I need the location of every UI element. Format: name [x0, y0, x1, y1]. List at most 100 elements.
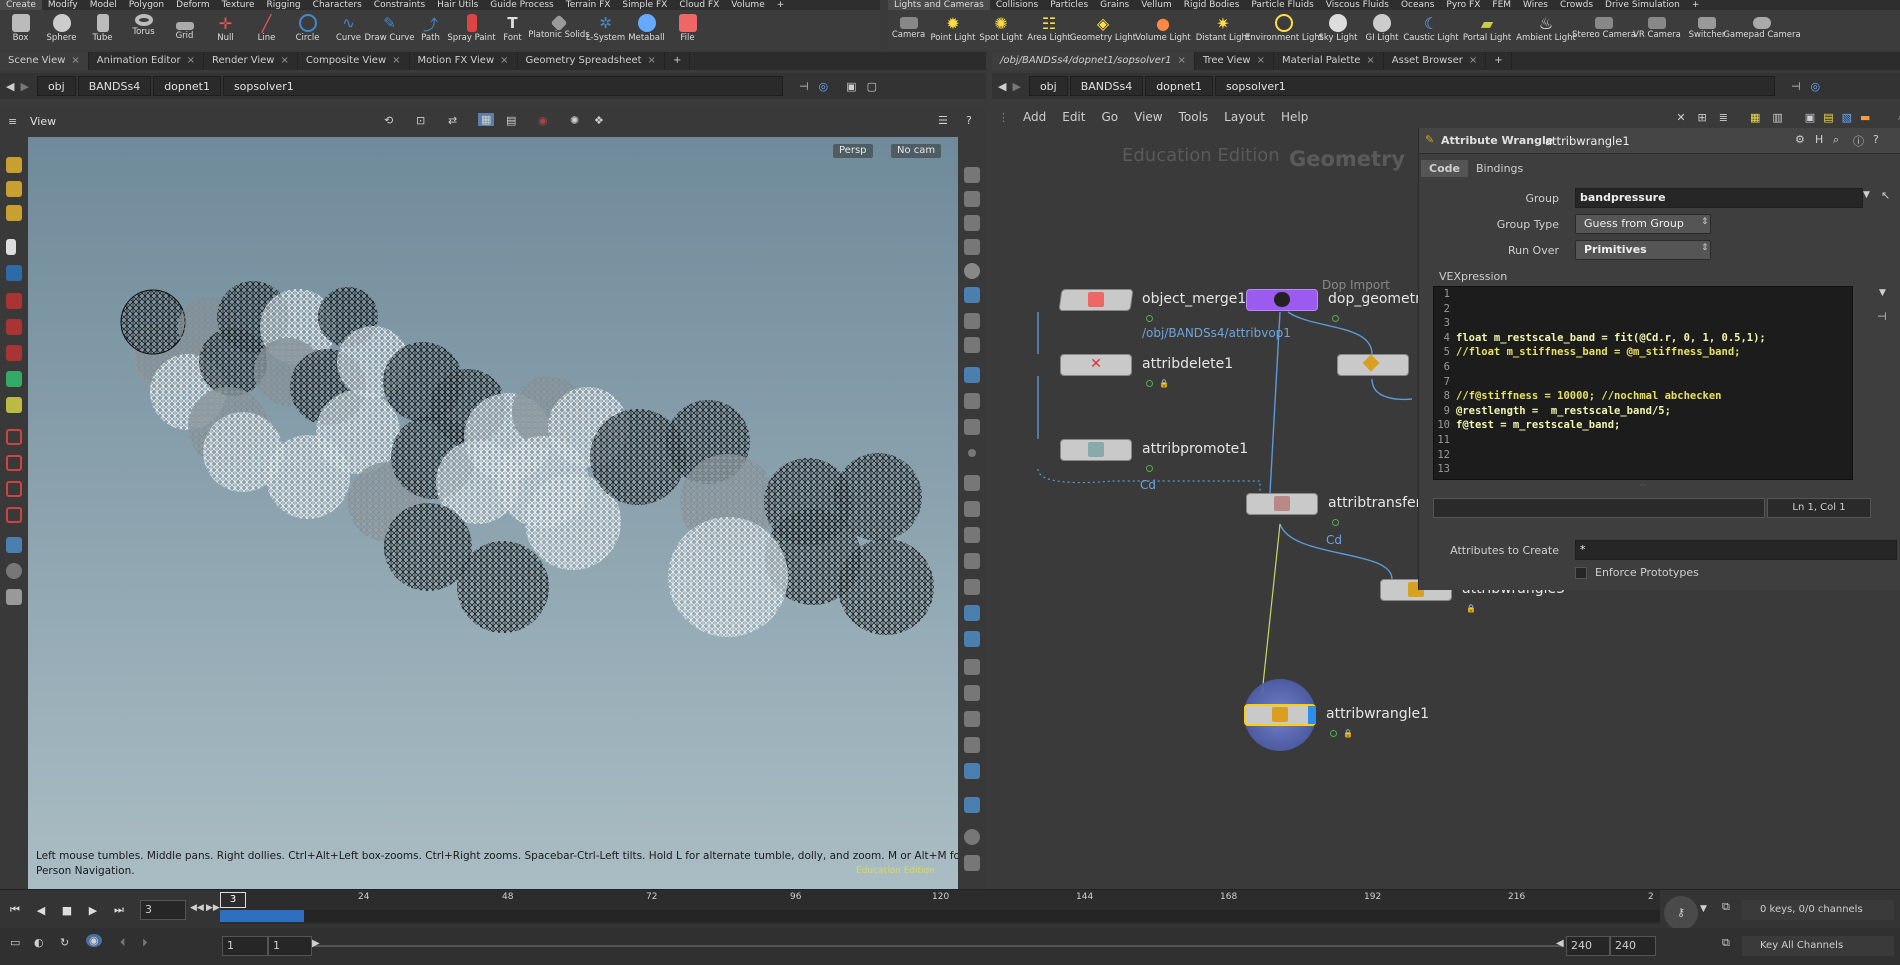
- chevron-down-icon[interactable]: ▼: [1879, 288, 1886, 298]
- shelf-tab-particles[interactable]: Particles: [1044, 0, 1094, 10]
- help-book-icon[interactable]: H: [1815, 133, 1823, 146]
- bulb-icon[interactable]: [964, 313, 980, 329]
- flag-icon[interactable]: [964, 367, 980, 383]
- tool-portal-light[interactable]: ▰ Portal Light: [1459, 10, 1515, 50]
- add-tab-icon-right[interactable]: +: [1486, 52, 1512, 70]
- shelf-tab-fem[interactable]: FEM: [1486, 0, 1517, 10]
- tool-sky-light[interactable]: Sky Light: [1315, 10, 1361, 50]
- tab-motion-fx-view[interactable]: Motion FX View ×: [410, 52, 518, 70]
- shelf-tab-pyro-fx[interactable]: Pyro FX: [1440, 0, 1486, 10]
- scene-viewport[interactable]: Persp No cam Left mouse tumbles. Middle …: [28, 137, 958, 889]
- audio-icon[interactable]: ◐: [34, 936, 44, 949]
- breadcrumb-obj[interactable]: obj: [36, 76, 76, 96]
- playhead-marker[interactable]: 3: [220, 892, 246, 908]
- shelf-tab-vellum[interactable]: Vellum: [1135, 0, 1177, 10]
- add-shelf-icon[interactable]: +: [771, 0, 791, 10]
- playback-start-input[interactable]: 1: [268, 936, 312, 956]
- tumble-icon[interactable]: ⟲: [384, 114, 393, 127]
- tool-volume-light[interactable]: ● Volume Light: [1133, 10, 1193, 50]
- tab-scene-view[interactable]: Scene View ×: [0, 52, 89, 70]
- gear-icon[interactable]: ⚙: [1795, 133, 1805, 146]
- ruler-small-icon[interactable]: [964, 855, 980, 871]
- key-all-channels-button[interactable]: Key All Channels: [1742, 936, 1894, 956]
- tool-circle[interactable]: Circle: [287, 10, 328, 50]
- play-icon[interactable]: ▶: [82, 900, 104, 920]
- play-reverse-icon[interactable]: ◀: [30, 900, 52, 920]
- selection-mode-icon[interactable]: [964, 605, 980, 621]
- tab-geometry-spreadsheet[interactable]: Geometry Spreadsheet ×: [518, 52, 665, 70]
- tool-spray-paint[interactable]: Spray Paint: [447, 10, 496, 50]
- close-icon[interactable]: ×: [392, 55, 400, 66]
- keyframe-icon[interactable]: ⧉: [1722, 900, 1730, 914]
- jump-start-icon[interactable]: ⏮: [4, 900, 26, 920]
- tab-bindings[interactable]: Bindings: [1468, 160, 1531, 177]
- shelf-tab-modify[interactable]: Modify: [42, 0, 84, 10]
- display-icon[interactable]: ▦: [478, 113, 495, 126]
- vertex-icon[interactable]: [964, 527, 980, 543]
- back-arrow-icon[interactable]: ◀: [6, 80, 14, 93]
- shelf-tab-grains[interactable]: Grains: [1094, 0, 1135, 10]
- tool-point-light[interactable]: ✹ Point Light: [929, 10, 977, 50]
- shelf-tab-simple-fx[interactable]: Simple FX: [616, 0, 673, 10]
- maximize-icon[interactable]: ▢: [867, 80, 877, 93]
- breadcrumb-bandss4[interactable]: BANDSs4: [77, 76, 152, 96]
- close-icon[interactable]: ×: [71, 55, 79, 66]
- tool-grid[interactable]: Grid: [164, 10, 205, 50]
- viewer-menu-icon[interactable]: ≡: [8, 115, 17, 128]
- tiles-icon[interactable]: ▥: [1772, 111, 1782, 124]
- tool-l-system[interactable]: ✲ L-System: [585, 10, 626, 50]
- lock-camera-icon[interactable]: [964, 215, 980, 231]
- tool-curve[interactable]: ∿ Curve: [328, 10, 369, 50]
- record-icon[interactable]: ◉: [538, 114, 548, 127]
- realtime-icon[interactable]: ▭: [10, 936, 20, 949]
- tool-caustic-light[interactable]: ☾ Caustic Light: [1403, 10, 1459, 50]
- group-icon[interactable]: [964, 419, 980, 435]
- select-icon[interactable]: [6, 157, 22, 173]
- camera-button[interactable]: No cam: [890, 143, 943, 159]
- attrs-input[interactable]: *: [1575, 540, 1897, 560]
- tool-draw-curve[interactable]: ✎ Draw Curve: [365, 10, 415, 50]
- shelf-tab-deform[interactable]: Deform: [170, 0, 215, 10]
- sphere-tool-icon[interactable]: [6, 563, 22, 579]
- tool-gi-light[interactable]: GI Light: [1361, 10, 1403, 50]
- list-icon[interactable]: ≣: [1719, 111, 1728, 124]
- tool-geometry-light[interactable]: ◈ Geometry Light: [1070, 10, 1136, 50]
- shelf-tab-lights-cameras[interactable]: Lights and Cameras: [888, 0, 990, 10]
- options-icon[interactable]: ☰: [938, 114, 948, 127]
- tool-camera[interactable]: Camera: [888, 10, 929, 50]
- tool-file[interactable]: File: [667, 10, 708, 50]
- shelf-tab-crowds[interactable]: Crowds: [1554, 0, 1599, 10]
- render-icon[interactable]: ❖: [594, 114, 604, 127]
- shelf-tab-volume[interactable]: Volume: [725, 0, 770, 10]
- pin-icon[interactable]: ⊣: [799, 80, 809, 93]
- camera-view-icon[interactable]: ⊡: [416, 114, 425, 127]
- ghost-icon[interactable]: [964, 287, 980, 303]
- breadcrumb-sopsolver1[interactable]: sopsolver1: [222, 76, 783, 96]
- handle-icon[interactable]: [6, 293, 22, 309]
- chevron-down-icon[interactable]: ▼: [1700, 904, 1707, 914]
- view-tool-icon[interactable]: [6, 537, 22, 553]
- timeline-track[interactable]: 3 24 48 72 96 120 144 168 192 216 2: [220, 890, 1660, 924]
- skull-icon[interactable]: [964, 337, 980, 353]
- tool-spot-light[interactable]: ✺ Spot Light: [977, 10, 1025, 50]
- shelf-tab-cloud-fx[interactable]: Cloud FX: [673, 0, 725, 10]
- search-icon[interactable]: ⌕: [1833, 133, 1839, 147]
- transform-icon[interactable]: [964, 711, 980, 727]
- menu-view[interactable]: View: [1134, 110, 1162, 124]
- shelf-tab-rigging[interactable]: Rigging: [261, 0, 307, 10]
- perspective-button[interactable]: Persp: [832, 143, 874, 159]
- grid-view-icon[interactable]: [964, 631, 980, 647]
- close-icon[interactable]: ×: [1257, 55, 1265, 66]
- paint-icon[interactable]: [6, 397, 22, 413]
- playback-end-input[interactable]: 240: [1566, 936, 1610, 956]
- tool-sphere[interactable]: Sphere: [41, 10, 82, 50]
- stop-icon[interactable]: ■: [56, 900, 78, 920]
- frame-icon[interactable]: [964, 737, 980, 753]
- pointer-icon[interactable]: [6, 239, 16, 255]
- info-icon[interactable]: ⓘ: [1853, 133, 1864, 149]
- shelf-tab-terrain-fx[interactable]: Terrain FX: [560, 0, 617, 10]
- menu-go[interactable]: Go: [1101, 110, 1118, 124]
- cook-icon[interactable]: [6, 589, 22, 605]
- shelf-tab-model[interactable]: Model: [84, 0, 123, 10]
- move-icon[interactable]: [6, 181, 22, 197]
